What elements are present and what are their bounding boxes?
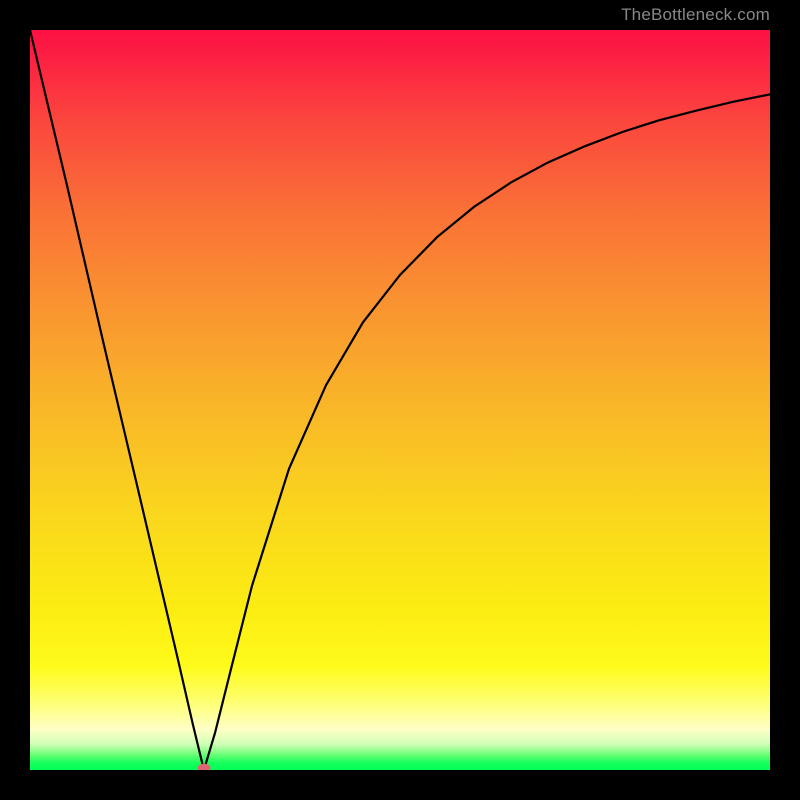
plot-area xyxy=(30,30,770,770)
curve-path xyxy=(30,30,770,770)
curve-minimum-marker xyxy=(197,763,210,770)
bottleneck-curve xyxy=(30,30,770,770)
chart-frame: TheBottleneck.com xyxy=(0,0,800,800)
watermark-text: TheBottleneck.com xyxy=(621,5,770,25)
